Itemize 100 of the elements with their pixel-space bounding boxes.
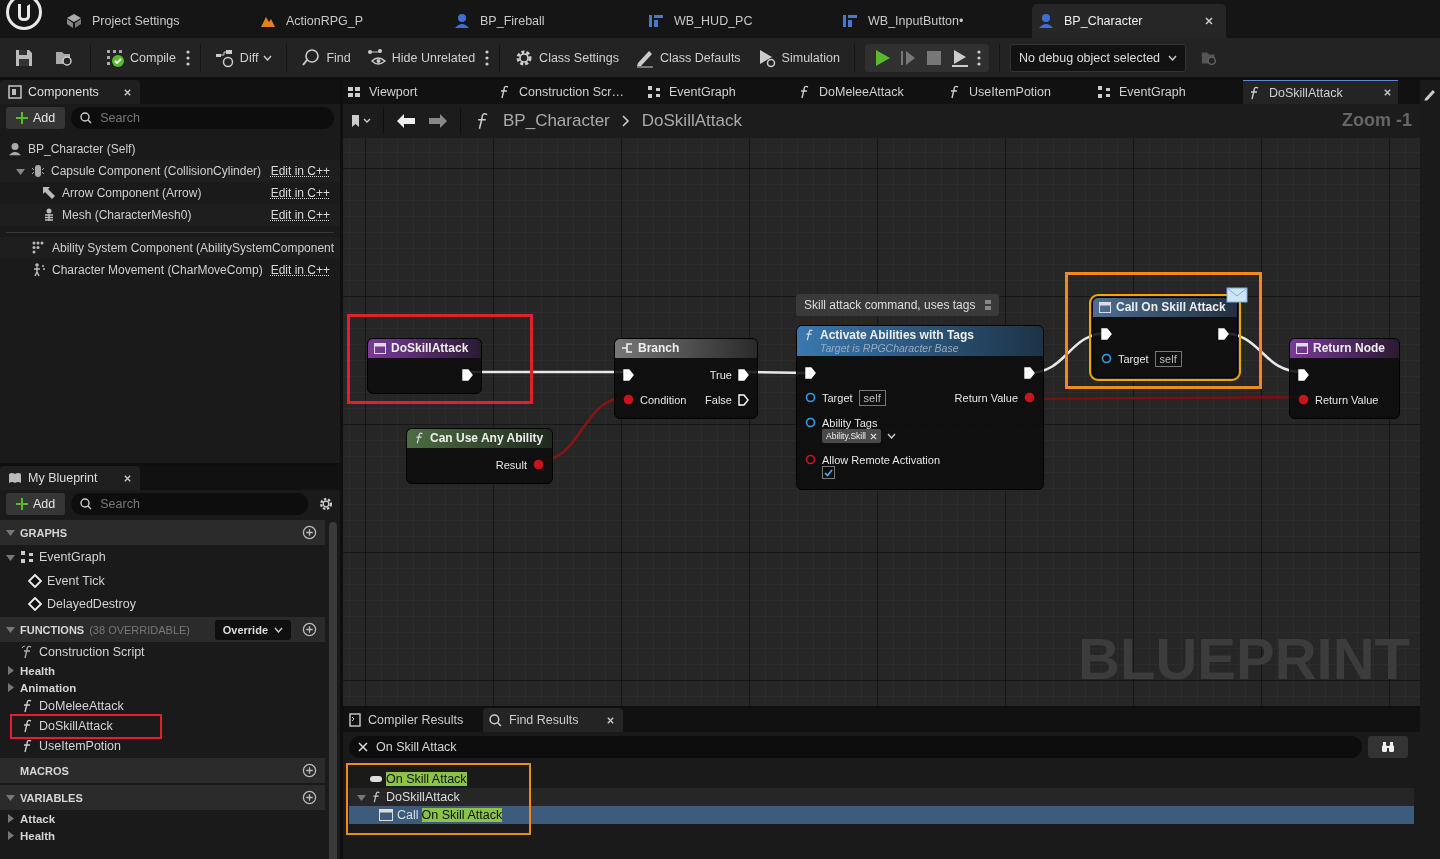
graph-tab[interactable]: DoMeleeAttack [793, 80, 943, 104]
toolbar-button[interactable]: Class Defaults [631, 47, 745, 68]
graph-tab[interactable]: UseItemPotion [943, 80, 1093, 104]
override-dropdown[interactable]: Override [214, 619, 291, 640]
close-icon[interactable] [1383, 88, 1392, 97]
exec-pin-icon[interactable] [1024, 366, 1035, 379]
graph-node[interactable]: Activate Abilities with Tags Target is RPGCharacter Base Target self Return Value Ability Tags Ability.Skill Allow Remote Activation [796, 325, 1044, 490]
toolbar-button[interactable]: Simulation [752, 47, 844, 68]
settings-icon[interactable] [318, 496, 334, 512]
more-icon[interactable] [185, 49, 190, 66]
close-icon[interactable] [123, 87, 132, 97]
section-header[interactable]: VARIABLES [0, 785, 325, 810]
add-circle-icon[interactable] [302, 790, 317, 805]
expanded-arrow-icon[interactable] [357, 792, 366, 802]
exec-pin-icon[interactable] [462, 368, 473, 381]
editor-tab[interactable]: WB_HUD_PC [644, 4, 838, 38]
logo-icon[interactable] [4, 0, 44, 32]
graph-tab[interactable]: Viewport [343, 80, 493, 104]
add-button[interactable]: Add [6, 107, 66, 129]
graph-tab[interactable]: DoSkillAttack [1243, 80, 1398, 104]
list-item[interactable]: DelayedDestroy [47, 596, 136, 611]
pin-value-field[interactable]: self [858, 389, 886, 406]
tree-item[interactable]: Capsule Component (CollisionCylinder) [51, 164, 262, 178]
section-header[interactable]: FUNCTIONS (38 OVERRIDABLE) Override [0, 617, 325, 642]
pin-icon[interactable] [805, 392, 816, 403]
more-icon[interactable] [977, 49, 981, 66]
editor-tab[interactable]: Project Settings [62, 4, 256, 38]
collapsed-arrow-icon[interactable] [6, 831, 15, 840]
list-item[interactable]: Health [20, 664, 56, 677]
add-circle-icon[interactable] [302, 622, 317, 637]
panel-tab[interactable]: Find Results [483, 708, 623, 732]
pin-icon[interactable] [1101, 353, 1112, 364]
result-item[interactable]: On Skill Attack [386, 772, 467, 786]
edit-link[interactable]: Edit in C++ [270, 186, 336, 200]
stop-icon[interactable] [925, 48, 943, 67]
exec-pin-icon[interactable] [1101, 327, 1112, 340]
panel-tab[interactable]: Components [0, 80, 140, 104]
checkbox[interactable] [822, 466, 835, 479]
pin-value-field[interactable]: self [1154, 350, 1182, 367]
add-button[interactable]: Add [6, 493, 66, 515]
add-circle-icon[interactable] [302, 763, 317, 778]
list-item[interactable]: Construction Script [39, 645, 145, 659]
panel-tab[interactable]: My Blueprint [0, 466, 140, 490]
add-circle-icon[interactable] [302, 525, 317, 540]
expanded-arrow-icon[interactable] [6, 552, 15, 562]
close-icon[interactable] [606, 715, 615, 725]
editor-tab[interactable]: WB_InputButton• [838, 4, 1032, 38]
section-header[interactable]: MACROS [0, 758, 325, 783]
collapsed-arrow-icon[interactable] [6, 814, 15, 823]
list-item[interactable]: EventGraph [39, 550, 106, 564]
graph-node[interactable]: Call On Skill Attack Target self [1092, 297, 1238, 378]
pin-icon[interactable] [805, 417, 816, 428]
breadcrumb-item[interactable]: DoSkillAttack [641, 111, 742, 131]
list-item[interactable]: Animation [20, 681, 77, 694]
search-field[interactable]: On Skill Attack [349, 736, 1362, 758]
breadcrumb-item[interactable]: BP_Character [503, 111, 610, 131]
graph-tab[interactable]: EventGraph [1093, 80, 1243, 104]
tree-item[interactable]: Arrow Component (Arrow) [62, 186, 202, 200]
pencil-icon[interactable] [1423, 88, 1437, 102]
tree-item[interactable]: Character Movement (CharMoveComp) [52, 263, 263, 277]
search-field[interactable]: Search [71, 107, 334, 129]
eject-play-icon[interactable] [951, 48, 969, 67]
graph-node[interactable]: Branch True Condition False [614, 338, 758, 419]
list-item[interactable]: DoMeleeAttack [39, 699, 124, 713]
debug-object-dropdown[interactable]: No debug object selected [1010, 43, 1187, 72]
search-field[interactable]: Search [71, 493, 308, 515]
bookmark-icon[interactable] [351, 114, 371, 128]
pin-icon[interactable] [533, 459, 544, 470]
scrollbar-thumb[interactable] [329, 522, 337, 859]
find-button[interactable] [1368, 736, 1408, 758]
collapsed-arrow-icon[interactable] [6, 666, 15, 675]
list-item[interactable]: DoSkillAttack [39, 719, 113, 733]
panel-tab[interactable]: Compiler Results [343, 708, 483, 732]
toolbar-button[interactable]: Diff [210, 47, 277, 68]
graph-tab[interactable]: EventGraph [643, 80, 793, 104]
graph-node[interactable]: Return Node Return Value [1289, 338, 1400, 419]
selected-row[interactable]: Call On Skill Attack [349, 806, 1414, 824]
list-item[interactable]: Event Tick [47, 573, 105, 588]
graph-tab[interactable]: Construction Scr… [493, 80, 643, 104]
expanded-arrow-icon[interactable] [16, 166, 25, 176]
step-icon[interactable] [899, 48, 917, 67]
back-arrow-icon[interactable] [396, 113, 416, 129]
edit-link[interactable]: Edit in C++ [270, 164, 336, 178]
list-item[interactable]: Health [20, 829, 56, 842]
exec-pin-icon[interactable] [805, 366, 816, 379]
more-icon[interactable] [485, 49, 490, 66]
exec-pin-icon[interactable] [738, 393, 749, 406]
remove-icon[interactable] [870, 432, 877, 440]
toolbar-button[interactable]: Find [297, 47, 355, 68]
list-item[interactable]: UseItemPotion [39, 739, 121, 753]
edit-link[interactable]: Edit in C++ [270, 263, 336, 277]
toolbar-button[interactable]: Hide Unrelated [362, 47, 480, 68]
save-icon[interactable] [14, 47, 34, 68]
result-item[interactable]: DoSkillAttack [386, 790, 460, 804]
clear-icon[interactable] [358, 742, 368, 752]
forward-arrow-icon[interactable] [428, 113, 448, 129]
list-item[interactable]: Attack [20, 812, 56, 825]
toolbar-button[interactable]: Class Settings [510, 47, 623, 68]
graph-node[interactable]: DoSkillAttack [367, 338, 482, 394]
exec-pin-icon[interactable] [1298, 368, 1309, 381]
